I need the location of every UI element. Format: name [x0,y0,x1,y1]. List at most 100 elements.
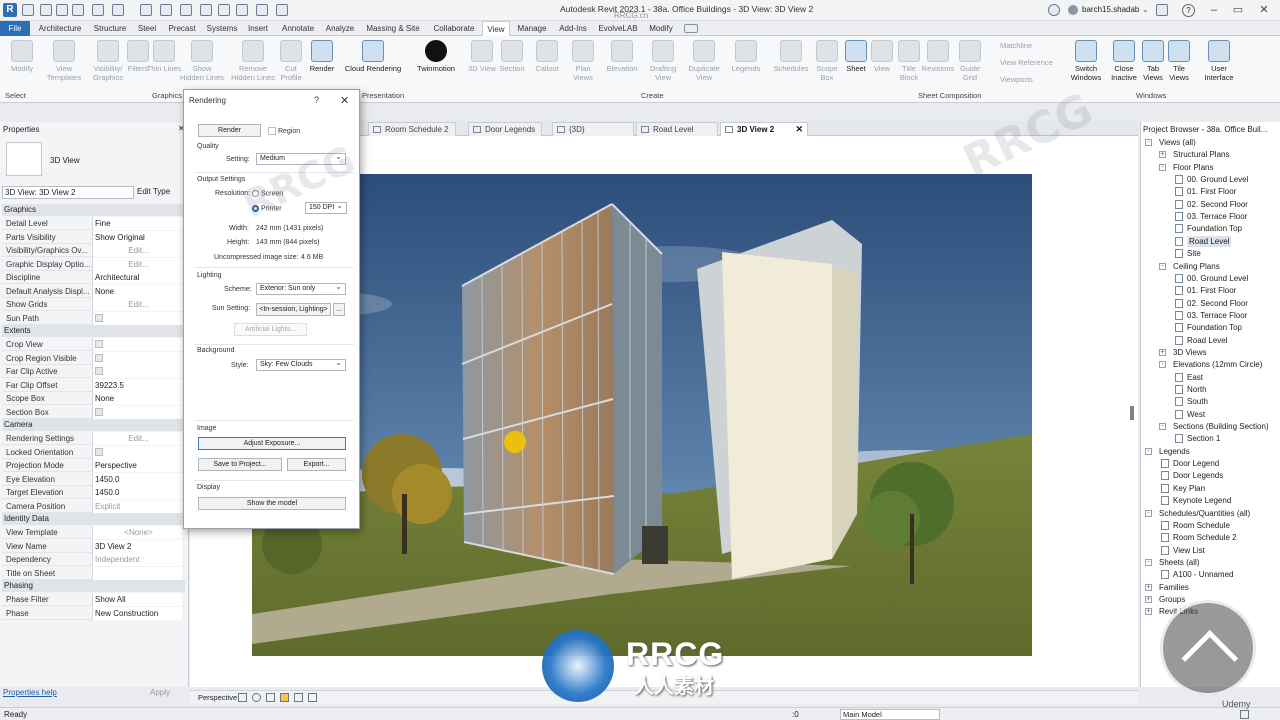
help-icon[interactable]: ? [1182,4,1195,17]
adjust-exposure-button[interactable]: Adjust Exposure... [198,437,346,450]
printer-radio[interactable]: Printer [252,205,282,212]
dialog-help-button[interactable]: ? [314,95,319,105]
browser-item[interactable]: Road Level [1187,235,1232,247]
property-value[interactable] [92,566,182,580]
property-value[interactable]: <None> [92,526,182,539]
tab-manage[interactable]: Manage [514,21,550,36]
save-to-project-button[interactable]: Save to Project... [198,458,282,471]
ribbon-toggle-icon[interactable] [684,24,698,33]
property-value[interactable] [92,365,182,378]
browser-item[interactable]: Floor Plans [1173,162,1213,173]
switch-windows-icon[interactable] [276,4,288,16]
schedules-button[interactable]: Schedules [770,38,812,90]
browser-item[interactable]: Sheets (all) [1159,557,1199,568]
user-name[interactable]: barch15.shadab [1082,5,1139,14]
duplicate-view-button[interactable]: Duplicate View [684,38,724,90]
browser-item[interactable]: Groups [1159,594,1185,605]
property-value[interactable]: None [92,284,182,298]
sun-setting-field[interactable]: <In-session, Lighting> [256,303,331,316]
callout-button[interactable]: Callout [530,38,564,90]
viewports-button[interactable]: Viewports [1000,75,1033,84]
property-value[interactable]: Show All [92,593,182,606]
undo-icon[interactable] [92,4,104,16]
region-checkbox[interactable]: Region [268,127,300,135]
property-checkbox[interactable] [95,407,103,416]
property-checkbox[interactable] [95,313,103,322]
background-style-select[interactable]: Sky: Few Clouds [256,359,346,371]
properties-section-header[interactable]: Camera [2,419,185,431]
apply-button[interactable]: Apply [150,688,170,697]
view-button[interactable]: View [870,38,894,90]
shadows-icon[interactable] [266,693,275,702]
3d-view-icon[interactable] [218,4,230,16]
legends-button[interactable]: Legends [726,38,766,90]
view-tab-3d-view-2[interactable]: 3D View 2 ✕ [720,122,808,136]
revit-logo-icon[interactable]: R [3,3,17,17]
property-value[interactable]: None [92,392,182,405]
view-tab-door-legends[interactable]: Door Legends [468,122,543,136]
expand-icon[interactable]: + [1145,583,1152,591]
revisions-button[interactable]: Revisions [920,38,956,90]
user-icon[interactable] [1068,5,1078,15]
sync-icon[interactable] [72,4,84,16]
browser-item[interactable]: Door Legends [1173,470,1223,481]
property-checkbox[interactable] [95,367,103,375]
tab-insert[interactable]: Insert [244,21,272,36]
browser-item[interactable]: Elevations (12mm Circle) [1173,359,1262,370]
property-value[interactable]: 39223.5 [92,378,182,392]
expand-icon[interactable]: + [1145,595,1152,603]
browser-item[interactable]: 3D Views [1173,347,1207,358]
tab-systems[interactable]: Systems [204,21,240,36]
tab-architecture[interactable]: Architecture [34,21,86,36]
browser-item[interactable]: Room Schedule [1173,520,1230,531]
collapse-icon[interactable]: - [1145,447,1152,455]
modify-button[interactable]: Modify [0,38,44,90]
expand-icon[interactable]: + [1145,608,1152,616]
tab-massing-site[interactable]: Massing & Site [362,21,424,36]
section-icon[interactable] [236,4,248,16]
tab-view[interactable]: View [482,21,510,36]
property-value[interactable]: Show Original [92,230,182,244]
browser-item[interactable]: View List [1173,545,1205,556]
browser-item[interactable]: Schedules/Quantities (all) [1159,508,1250,519]
browser-item[interactable]: Structural Plans [1173,149,1229,160]
udemy-logo[interactable] [1160,600,1256,696]
drafting-view-button[interactable]: Drafting View [644,38,682,90]
filter-icon[interactable] [1240,710,1249,719]
tab-evolvelab[interactable]: EvolveLAB [596,21,640,36]
redo-icon[interactable] [112,4,124,16]
thin-lines-button[interactable]: Thin Lines [146,38,182,90]
tab-file[interactable]: File [0,21,30,36]
account-icon[interactable] [1048,4,1060,16]
browser-item[interactable]: 00. Ground Level [1187,273,1248,284]
tab-steel[interactable]: Steel [134,21,160,36]
property-value[interactable]: 1450.0 [92,486,182,499]
sun-path-icon[interactable] [252,693,261,702]
tab-collaborate[interactable]: Collaborate [428,21,480,36]
tag-icon[interactable] [180,4,192,16]
view-reference-button[interactable]: View Reference [1000,58,1053,67]
open-icon[interactable] [40,4,52,16]
property-value[interactable]: 3D View 2 [92,539,182,553]
browser-item[interactable]: East [1187,372,1203,383]
close-hidden-icon[interactable] [256,4,268,16]
property-value[interactable]: New Construction [92,606,182,620]
browser-item[interactable]: Section 1 [1187,433,1220,444]
visual-style-icon[interactable] [238,693,247,702]
crop-view-icon[interactable] [294,693,303,702]
tab-add-ins[interactable]: Add-Ins [554,21,592,36]
collapse-icon[interactable]: - [1159,163,1166,171]
dialog-close-button[interactable]: ✕ [340,94,349,107]
properties-section-header[interactable]: Extents [2,325,185,337]
browser-item[interactable]: Site [1187,248,1201,259]
export-button[interactable]: Export... [287,458,346,471]
scope-box-button[interactable]: Scope Box [812,38,842,90]
radio-on-icon[interactable] [252,205,259,212]
remove-hidden-lines-button[interactable]: Remove Hidden Lines [230,38,276,90]
maximize-button[interactable]: ▭ [1228,2,1248,18]
tab-structure[interactable]: Structure [88,21,132,36]
browser-item[interactable]: North [1187,384,1207,395]
collapse-icon[interactable]: - [1159,361,1166,369]
browser-item[interactable]: Key Plan [1173,483,1205,494]
lighting-scheme-select[interactable]: Exterior: Sun only [256,283,346,295]
